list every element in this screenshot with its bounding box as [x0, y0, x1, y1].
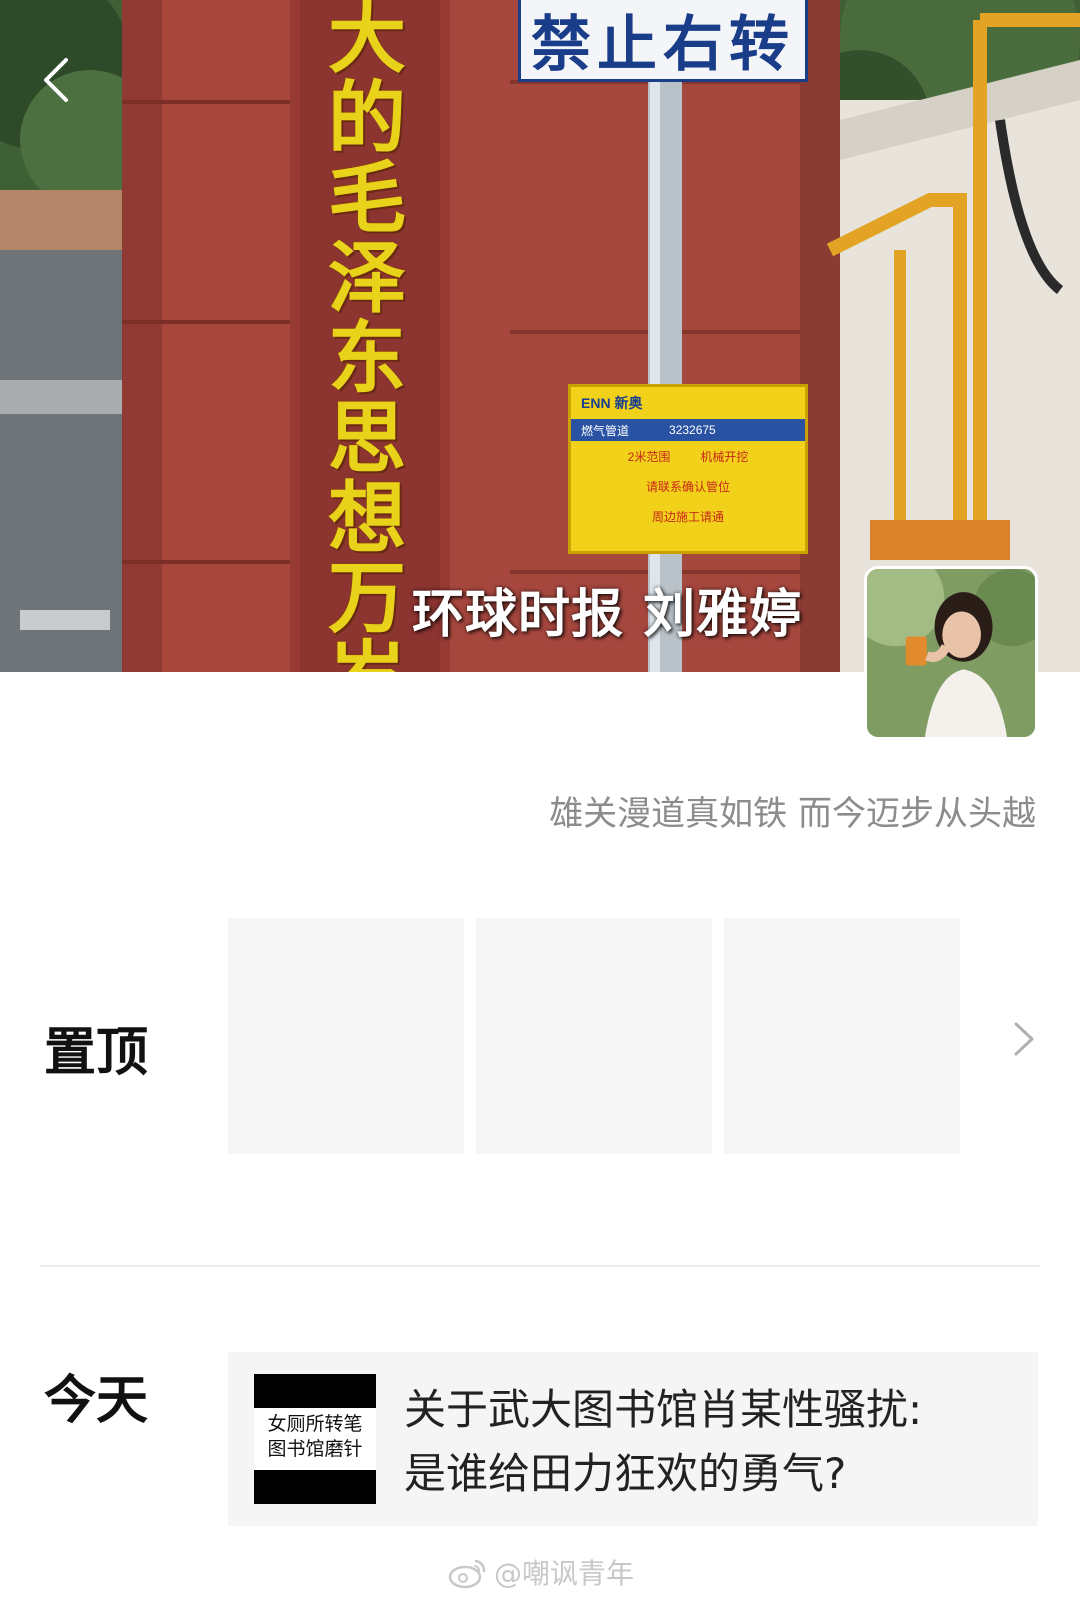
gas-label-row1-right: 机械开挖 — [700, 449, 749, 464]
thumbnail-text: 女厕所转笔 图书馆磨针 — [254, 1412, 376, 1462]
thumbnail-line: 女厕所转笔 — [267, 1413, 363, 1435]
gate-inscription: 大 的 毛 泽 东 思 想 万 岁 — [312, 0, 422, 672]
pinned-tile[interactable] — [724, 918, 960, 1154]
thumbnail-bar — [254, 1374, 376, 1408]
gas-pipeline-label: ENN 新奥 燃气管道 3232675 2米范围 机械开挖 请联系确认管位 周边… — [568, 384, 808, 554]
thumbnail-line: 图书馆磨针 — [267, 1438, 363, 1460]
post-card[interactable]: 女厕所转笔 图书馆磨针 关于武大图书馆肖某性骚扰: 是谁给田力狂欢的勇气? — [228, 1352, 1038, 1526]
pinned-tile[interactable] — [476, 918, 712, 1154]
gate-char: 毛 — [327, 154, 406, 244]
weibo-watermark: @嘲讽青年 — [448, 1552, 634, 1592]
back-button[interactable] — [30, 50, 90, 110]
chevron-right-icon[interactable] — [1008, 1016, 1038, 1062]
post-title-line: 关于武大图书馆肖某性骚扰: — [404, 1385, 923, 1434]
post-title: 关于武大图书馆肖某性骚扰: 是谁给田力狂欢的勇气? — [404, 1378, 1004, 1506]
road-sign: 禁止右转 — [518, 0, 808, 82]
watermark-text: @嘲讽青年 — [494, 1557, 635, 1590]
section-divider — [40, 1265, 1040, 1267]
back-arrow-icon — [44, 58, 68, 102]
profile-signature: 雄关漫道真如铁 而今迈步从头越 — [549, 794, 1036, 834]
thumbnail-bar — [254, 1470, 376, 1504]
pinned-tile[interactable] — [228, 918, 464, 1154]
avatar[interactable] — [864, 566, 1038, 740]
gate-char: 想 — [327, 474, 406, 564]
today-section-label: 今天 — [44, 1371, 149, 1431]
avatar-image — [867, 569, 1035, 737]
post-thumbnail: 女厕所转笔 图书馆磨针 — [254, 1374, 376, 1504]
gate-char: 思 — [327, 394, 406, 484]
gas-label-row2: 请联系确认管位 — [645, 479, 730, 494]
gate-char: 岁 — [328, 640, 406, 672]
gas-label-band-right: 3232675 — [669, 423, 716, 437]
gas-label-brand: ENN 新奥 — [581, 395, 643, 411]
gas-label-row1-left: 2米范围 — [627, 449, 671, 464]
gate-char: 泽 — [327, 234, 406, 324]
gate-char: 万 — [327, 554, 406, 644]
gas-label-row3: 周边施工请通 — [651, 509, 724, 524]
gate-char: 大 — [327, 0, 406, 84]
gate-char: 东 — [327, 314, 406, 404]
gas-label-band-left: 燃气管道 — [581, 423, 630, 438]
gate-char: 的 — [327, 74, 406, 164]
pinned-grid — [228, 918, 960, 1154]
road-sign-text: 禁止右转 — [531, 10, 795, 80]
gas-label-row: 2米范围 机械开挖 — [571, 441, 805, 471]
post-title-line: 是谁给田力狂欢的勇气? — [404, 1449, 847, 1498]
gas-label-band: 燃气管道 3232675 — [571, 419, 805, 441]
cover-overlay-text: 环球时报 刘雅婷 — [412, 585, 803, 645]
pinned-section-label: 置顶 — [44, 1023, 149, 1083]
weibo-logo-icon — [448, 1559, 486, 1589]
